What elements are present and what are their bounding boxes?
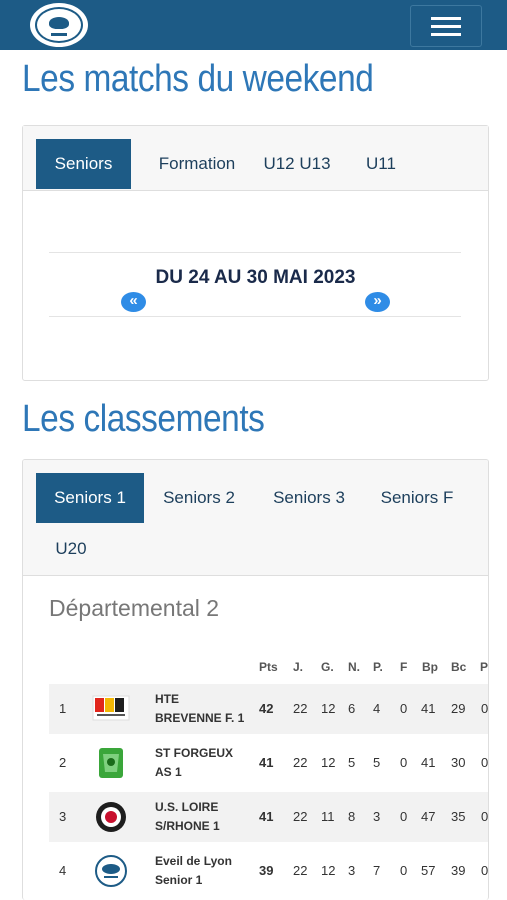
tab-seniors-3[interactable]: Seniors 3 [261,473,357,523]
rankings-panel: Seniors 1 Seniors 2 Seniors 3 Seniors F … [22,459,489,900]
club-logo-icon [99,748,123,778]
rankings-section-title: Les classements [22,398,265,440]
club-logo-icon [96,802,126,832]
col-n: N. [348,660,360,674]
penalty: 0 [481,863,489,878]
team-name: U.S. LOIRE S/RHONE 1 [155,800,220,833]
rank: 2 [59,755,67,770]
col-j: J. [293,660,304,674]
points: 41 [259,755,274,770]
matches-section-title: Les matchs du weekend [22,58,374,100]
goals-for: 41 [421,755,436,770]
rankings-tabbar: Seniors 1 Seniors 2 Seniors 3 Seniors F … [23,460,488,576]
forfeit: 0 [400,809,408,824]
divider [49,252,461,253]
points: 42 [259,701,274,716]
won: 12 [321,701,336,716]
tab-u12-u13[interactable]: U12 U13 [255,139,339,189]
club-logo-icon [95,855,127,887]
penalty: 0 [481,755,489,770]
team-name: Eveil de Lyon Senior 1 [155,854,232,887]
club-logo-icon [92,695,130,721]
tab-seniors-1[interactable]: Seniors 1 [36,473,144,523]
rank: 1 [59,701,67,716]
won: 12 [321,863,336,878]
table-row[interactable]: 2 ST FORGEUX AS 1 41 22 12 5 5 0 41 30 0 [49,738,489,788]
drawn: 3 [348,863,356,878]
penalty: 0 [481,809,489,824]
forfeit: 0 [400,863,408,878]
goals-for: 41 [421,701,436,716]
played: 22 [293,809,308,824]
col-bc: Bc [451,660,467,674]
top-navbar [0,0,507,50]
divider [49,316,461,317]
matches-panel: Seniors Formation U12 U13 U11 DU 24 AU 3… [22,125,489,381]
points: 41 [259,809,274,824]
table-row[interactable]: 1 HTE BREVENNE F. 1 42 22 12 6 4 0 41 29… [49,684,489,734]
col-pts: Pts [259,660,278,674]
col-bp: Bp [422,660,438,674]
penalty: 0 [481,701,489,716]
table-row[interactable]: 4 Eveil de Lyon Senior 1 39 22 12 3 7 0 … [49,846,489,896]
drawn: 5 [348,755,356,770]
played: 22 [293,863,308,878]
tab-u11[interactable]: U11 [353,139,409,189]
lost: 5 [373,755,381,770]
points: 39 [259,863,274,878]
goals-against: 39 [451,863,466,878]
forfeit: 0 [400,755,408,770]
lost: 3 [373,809,381,824]
goals-against: 35 [451,809,466,824]
played: 22 [293,701,308,716]
lost: 7 [373,863,381,878]
tab-u20[interactable]: U20 [36,524,106,574]
drawn: 8 [348,809,356,824]
played: 22 [293,755,308,770]
table-row[interactable]: 3 U.S. LOIRE S/RHONE 1 41 22 11 8 3 0 47… [49,792,489,842]
forfeit: 0 [400,701,408,716]
goals-for: 57 [421,863,436,878]
club-crest-icon[interactable] [30,3,88,47]
tab-seniors-f[interactable]: Seniors F [369,473,465,523]
matches-tabbar: Seniors Formation U12 U13 U11 [23,126,488,191]
rank: 3 [59,809,67,824]
col-p: P. [373,660,383,674]
col-pe: Pé [480,660,489,674]
drawn: 6 [348,701,356,716]
goals-against: 29 [451,701,466,716]
won: 12 [321,755,336,770]
double-chevron-right-icon[interactable]: » [365,292,390,312]
team-name: ST FORGEUX AS 1 [155,746,234,779]
tab-seniors[interactable]: Seniors [36,139,131,189]
goals-for: 47 [421,809,436,824]
double-chevron-left-icon[interactable]: « [121,292,146,312]
col-f: F [400,660,408,674]
date-range: DU 24 AU 30 MAI 2023 [155,267,356,288]
team-name: HTE BREVENNE F. 1 [155,692,245,725]
division-title: Départemental 2 [49,595,220,621]
lost: 4 [373,701,381,716]
hamburger-menu-icon[interactable] [410,5,482,47]
won: 11 [321,809,335,824]
tab-seniors-2[interactable]: Seniors 2 [151,473,247,523]
rank: 4 [59,863,67,878]
goals-against: 30 [451,755,466,770]
tab-formation[interactable]: Formation [141,139,253,189]
col-g: G. [321,660,334,674]
